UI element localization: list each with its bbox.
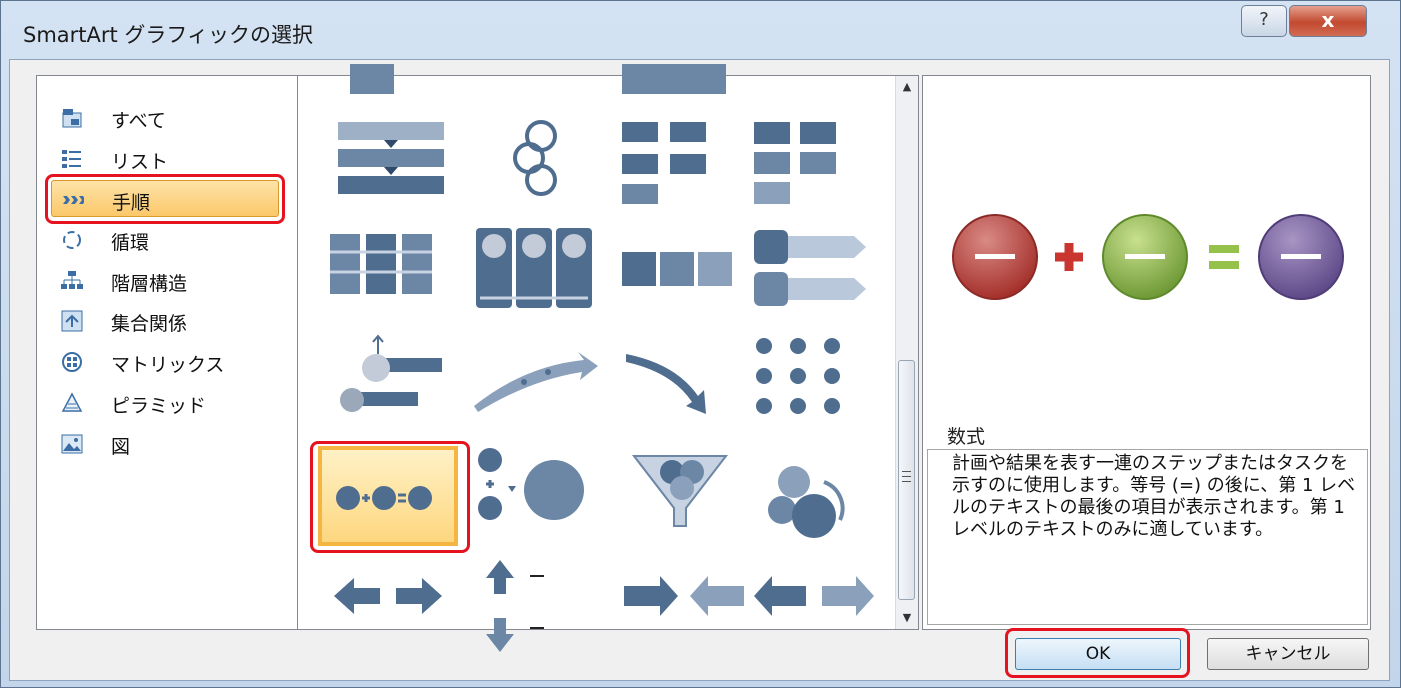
category-label: 循環 [111,232,150,254]
layout-thumbnail[interactable] [614,556,754,656]
category-pyramid[interactable]: ピラミッド [51,384,279,421]
layout-thumbnail[interactable] [744,332,884,432]
layout-thumbnail[interactable] [614,332,754,432]
list-icon [61,148,83,170]
category-label: 集合関係 [111,313,188,335]
layout-gallery: ▲ ▼ [297,64,919,652]
scroll-thumb[interactable] [898,360,915,600]
category-all[interactable]: すべて [51,99,279,136]
pyramid-icon [61,392,83,414]
category-label: 階層構造 [111,273,188,295]
scroll-down-arrow[interactable]: ▼ [896,607,918,629]
close-button[interactable]: x [1289,5,1367,37]
hierarchy-icon [61,270,83,292]
matrix-icon [61,351,83,373]
title-bar: SmartArt グラフィックの選択 ? x [1,1,1400,59]
highlight-process-category [45,174,285,224]
layout-thumbnail[interactable] [614,114,754,214]
category-hierarchy[interactable]: 階層構造 [51,262,279,299]
layout-name: 数式 [947,426,986,448]
relationship-icon [61,310,83,332]
help-button[interactable]: ? [1241,5,1287,37]
category-list: すべて リスト 手順 循環 階層構造 集合関係 マトリックス ピラミッド 図 [36,75,298,630]
layout-thumbnail[interactable] [318,556,458,656]
layout-thumbnail[interactable] [318,222,458,322]
equation-preview-graphic [952,214,1344,300]
scroll-up-arrow[interactable]: ▲ [896,76,918,98]
dialog-body: すべて リスト 手順 循環 階層構造 集合関係 マトリックス ピラミッド 図 ▲… [9,59,1390,681]
scroll-grip [902,471,911,482]
category-label: すべて [111,110,166,132]
layout-thumbnail[interactable] [318,114,458,214]
layout-thumbnail[interactable] [614,446,754,546]
layout-thumbnail[interactable] [464,114,604,214]
cycle-icon [61,229,83,251]
layout-thumbnail[interactable] [464,332,604,432]
picture-icon [61,433,83,455]
all-icon [61,107,83,129]
highlight-ok-button [1005,628,1190,678]
category-relationship[interactable]: 集合関係 [51,302,279,339]
category-label: ピラミッド [111,395,207,417]
category-label: 図 [111,436,131,458]
gallery-scrollbar[interactable]: ▲ ▼ [895,76,918,629]
layout-thumbnail[interactable] [744,556,884,656]
category-list-item[interactable]: リスト [51,140,279,177]
smartart-dialog: SmartArt グラフィックの選択 ? x すべて リスト 手順 循環 階層構… [0,0,1401,688]
category-picture[interactable]: 図 [51,425,279,462]
layout-thumbnail[interactable] [318,332,458,432]
dialog-title: SmartArt グラフィックの選択 [23,23,314,47]
layout-thumbnail[interactable] [464,446,604,546]
cancel-button[interactable]: キャンセル [1207,638,1369,670]
category-label: マトリックス [111,354,225,376]
preview-panel: 数式 計画や結果を表す一連のステップまたはタスクを示すのに使用します。等号 (=… [922,75,1371,630]
layout-thumbnail[interactable] [464,222,604,322]
category-cycle[interactable]: 循環 [51,221,279,258]
layout-thumbnail[interactable] [464,556,604,656]
layout-thumbnail[interactable] [744,222,884,322]
category-label: リスト [111,151,169,173]
layout-description: 計画や結果を表す一連のステップまたはタスクを示すのに使用します。等号 (=) の… [927,449,1368,625]
layout-thumbnail[interactable] [744,446,884,546]
highlight-equation-thumbnail [310,441,470,553]
layout-thumbnail[interactable] [614,222,754,322]
layout-thumbnail[interactable] [744,114,884,214]
category-matrix[interactable]: マトリックス [51,343,279,380]
